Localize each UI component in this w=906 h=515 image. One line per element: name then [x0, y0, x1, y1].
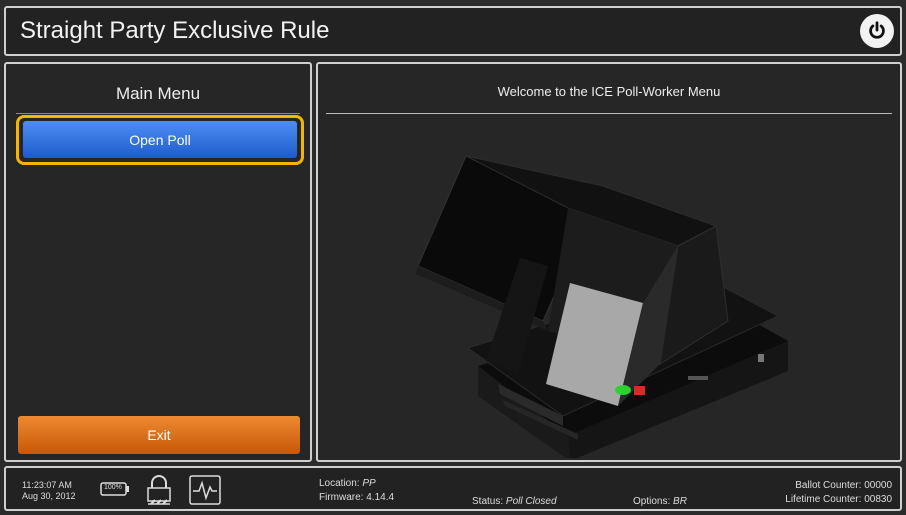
- poll-status-value: Poll Closed: [505, 496, 557, 507]
- divider: [326, 113, 892, 114]
- firmware-value: 4.14.4: [366, 492, 395, 503]
- lifetime-counter: Lifetime Counter: 00830: [785, 494, 892, 505]
- open-poll-button[interactable]: Open Poll: [23, 121, 297, 158]
- clock-time: 11:23:07 AM: [22, 480, 72, 490]
- main-menu-panel: Main Menu Open Poll Exit: [4, 62, 312, 462]
- voting-machine-image: [416, 155, 788, 458]
- health-monitor-icon[interactable]: [189, 475, 221, 510]
- focus-highlight: Open Poll: [16, 115, 304, 165]
- battery-label: 100%: [104, 484, 122, 491]
- options-info: Options: BR: [633, 496, 687, 507]
- page-title: Straight Party Exclusive Rule: [20, 17, 330, 44]
- status-bar: 11:23:07 AM Aug 30, 2012 100% Location: …: [4, 466, 902, 511]
- clock-date: Aug 30, 2012: [22, 491, 76, 501]
- power-icon: [869, 21, 885, 39]
- lock-icon: [144, 473, 174, 512]
- divider: [16, 113, 300, 114]
- location-info: Location: PP: [319, 478, 376, 489]
- options-value: BR: [673, 496, 687, 507]
- location-value: PP: [362, 478, 376, 489]
- firmware-info: Firmware: 4.14.4: [319, 492, 395, 503]
- power-button[interactable]: [860, 14, 894, 48]
- poll-status: Status: Poll Closed: [472, 496, 557, 507]
- ballot-counter: Ballot Counter: 00000: [795, 480, 892, 491]
- battery-icon: 100%: [100, 481, 130, 497]
- main-menu-heading: Main Menu: [115, 84, 201, 103]
- welcome-panel: Welcome to the ICE Poll-Worker Menu: [316, 62, 902, 462]
- welcome-heading: Welcome to the ICE Poll-Worker Menu: [497, 84, 721, 99]
- title-bar: Straight Party Exclusive Rule: [4, 6, 902, 56]
- exit-button[interactable]: Exit: [18, 416, 300, 454]
